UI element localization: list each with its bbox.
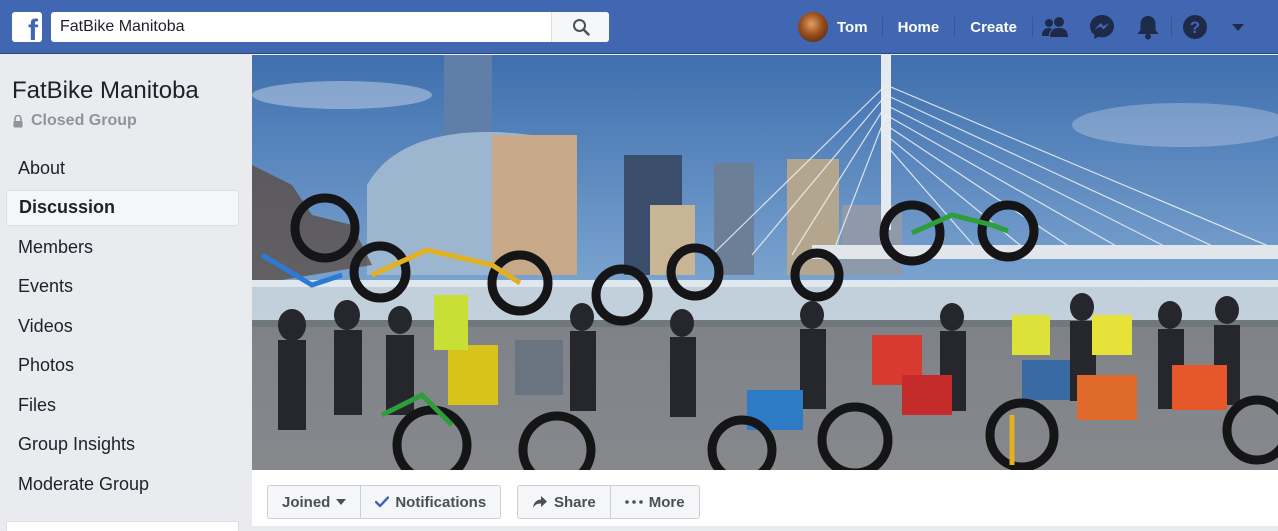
sidebar-item-label: Moderate Group <box>18 473 150 494</box>
cover-photo-image <box>252 55 1278 470</box>
search-icon <box>572 19 590 36</box>
friend-requests-button[interactable] <box>1033 0 1079 54</box>
search-box <box>51 12 609 42</box>
sidebar-item-label: About <box>18 157 66 178</box>
profile-link[interactable]: Tom <box>798 0 882 54</box>
more-dots-icon <box>624 500 643 504</box>
help-button[interactable]: ? <box>1172 0 1218 54</box>
home-link[interactable]: Home <box>883 0 955 54</box>
facebook-logo-letter: f <box>28 14 38 43</box>
friends-icon <box>1041 17 1068 37</box>
facebook-logo-icon[interactable]: f <box>12 12 42 42</box>
account-menu-button[interactable] <box>1218 0 1258 54</box>
group-privacy: Closed Group <box>12 112 137 130</box>
svg-text:?: ? <box>1190 18 1200 37</box>
messenger-button[interactable] <box>1079 0 1125 54</box>
sidebar-item-label: Photos <box>18 355 75 375</box>
search-button[interactable] <box>551 12 609 42</box>
lock-icon <box>13 114 23 127</box>
sidebar-item-about[interactable]: About <box>6 150 239 186</box>
sidebar-item-label: Group Insights <box>18 434 136 454</box>
avatar <box>798 12 828 42</box>
chevron-down-icon <box>336 499 347 505</box>
sidebar-item-photos[interactable]: Photos <box>6 348 239 384</box>
sidebar-item-group-insights[interactable]: Group Insights <box>6 427 239 463</box>
group-action-bar: Joined Notifications Share More <box>252 470 1278 526</box>
sidebar-item-label: Events <box>18 276 74 296</box>
help-icon: ? <box>1182 15 1207 39</box>
share-button[interactable]: Share <box>518 486 610 518</box>
group-name[interactable]: FatBike Manitoba <box>12 77 199 105</box>
sidebar-item-label: Files <box>18 394 57 415</box>
create-link[interactable]: Create <box>955 0 1032 54</box>
group-sidebar: FatBike Manitoba Closed Group About Disc… <box>0 55 252 531</box>
sidebar-item-discussion[interactable]: Discussion <box>6 189 239 226</box>
sidebar-item-label: Videos <box>18 315 73 336</box>
sidebar-panel-edge <box>6 521 239 531</box>
checkmark-icon <box>375 496 390 508</box>
create-label: Create <box>970 18 1017 36</box>
search-input[interactable] <box>51 12 551 42</box>
notifications-icon <box>1137 16 1159 40</box>
notifications-button[interactable] <box>1125 0 1171 54</box>
group-privacy-label: Closed Group <box>31 112 137 129</box>
more-label: More <box>648 493 685 511</box>
notifications-button[interactable]: Notifications <box>360 486 500 518</box>
share-label: Share <box>554 493 596 511</box>
joined-label: Joined <box>282 493 331 511</box>
share-more-button-group: Share More <box>517 485 700 519</box>
membership-button-group: Joined Notifications <box>267 485 502 519</box>
more-button[interactable]: More <box>609 486 699 518</box>
sidebar-item-events[interactable]: Events <box>6 269 239 305</box>
sidebar-item-label: Discussion <box>19 197 116 217</box>
cover-photo[interactable] <box>252 55 1278 470</box>
sidebar-item-members[interactable]: Members <box>6 229 239 265</box>
messenger-icon <box>1089 15 1114 39</box>
share-arrow-icon <box>533 496 547 508</box>
home-label: Home <box>897 18 940 36</box>
sidebar-item-files[interactable]: Files <box>6 387 239 423</box>
top-navigation-bar: f Tom Home Create <box>0 0 1278 54</box>
top-nav-right: Tom Home Create ? <box>798 0 1258 54</box>
profile-name: Tom <box>837 18 868 36</box>
group-nav-menu: About Discussion Members Events Videos P… <box>6 150 239 506</box>
account-menu-caret-icon <box>1231 24 1244 31</box>
joined-button[interactable]: Joined <box>268 486 360 518</box>
sidebar-item-videos[interactable]: Videos <box>6 308 239 344</box>
sidebar-item-label: Members <box>18 236 94 257</box>
notifications-label: Notifications <box>395 493 487 511</box>
sidebar-item-moderate-group[interactable]: Moderate Group <box>6 466 239 502</box>
